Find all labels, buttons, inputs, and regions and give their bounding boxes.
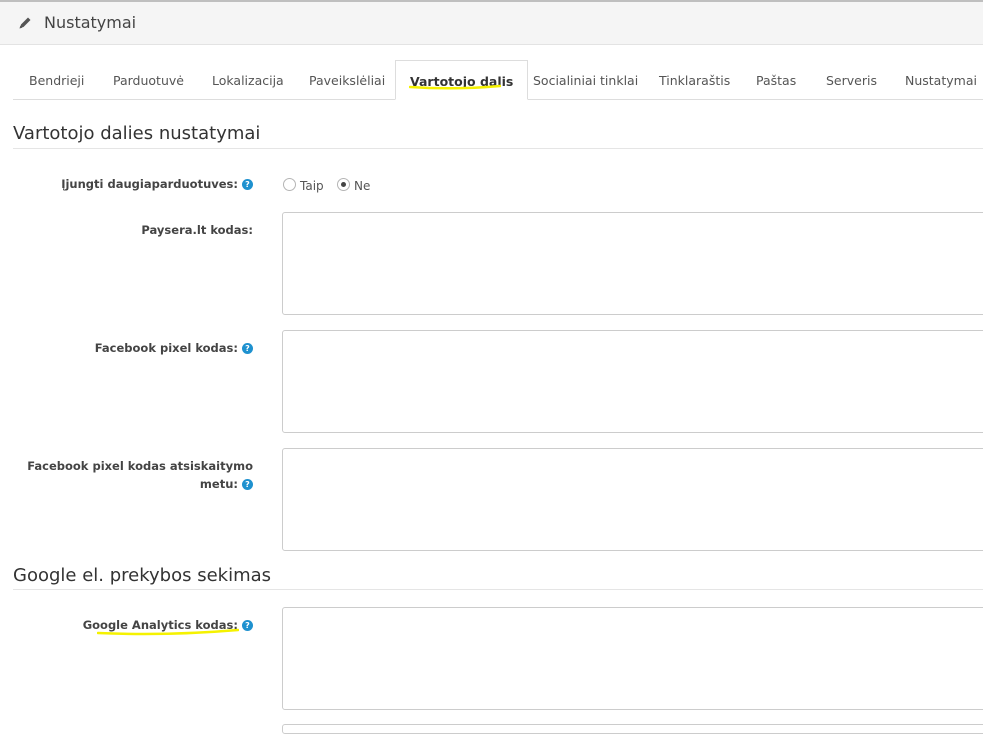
radio-taip-circle[interactable] <box>283 178 296 191</box>
next-field-partial[interactable] <box>282 724 983 734</box>
tab-bendrieji[interactable]: Bendrieji <box>29 73 84 88</box>
google-analytics-textarea[interactable] <box>282 607 983 710</box>
pencil-icon <box>19 17 31 29</box>
section-legend-user-settings: Vartotojo dalies nustatymai <box>13 123 261 144</box>
tab-parduotuve[interactable]: Parduotuvė <box>113 73 184 88</box>
settings-tabs: Bendrieji Parduotuvė Lokalizacija Paveik… <box>13 60 983 100</box>
fb-pixel-checkout-label-line1: Facebook pixel kodas atsiskaitymo <box>27 459 253 473</box>
help-icon[interactable]: ? <box>242 479 253 490</box>
highlight-underline <box>409 84 501 90</box>
radio-taip-label: Taip <box>300 179 324 193</box>
multistore-label: Įjungti daugiaparduotuves:? <box>13 175 253 193</box>
fb-pixel-checkout-label: Facebook pixel kodas atsiskaitymo metu:? <box>13 457 253 493</box>
help-icon[interactable]: ? <box>242 620 253 631</box>
fb-pixel-textarea[interactable] <box>282 330 983 433</box>
page-title: Nustatymai <box>44 13 137 32</box>
tab-lokalizacija[interactable]: Lokalizacija <box>212 73 284 88</box>
tab-vartotojo-dalis[interactable]: Vartotojo dalis <box>395 60 529 100</box>
fb-pixel-checkout-label-line2: metu: <box>199 477 238 491</box>
tab-nustatymai[interactable]: Nustatymai <box>905 73 977 88</box>
fb-pixel-label: Facebook pixel kodas:? <box>13 339 253 357</box>
radio-ne-label: Ne <box>354 179 371 193</box>
help-icon[interactable]: ? <box>242 179 253 190</box>
section-divider <box>13 589 983 590</box>
multistore-label-text: Įjungti daugiaparduotuves: <box>61 177 238 191</box>
tab-socialiniai-tinklai[interactable]: Socialiniai tinklai <box>533 73 638 88</box>
paysera-code-textarea[interactable] <box>282 212 983 315</box>
tab-tinklarastis[interactable]: Tinklaraštis <box>659 73 730 88</box>
tab-serveris[interactable]: Serveris <box>826 73 877 88</box>
radio-ne-circle[interactable] <box>337 178 350 191</box>
paysera-label: Paysera.lt kodas: <box>141 223 253 237</box>
fb-pixel-label-text: Facebook pixel kodas: <box>94 341 238 355</box>
section-divider <box>13 148 983 149</box>
panel-heading: Nustatymai <box>0 2 983 45</box>
section-legend-google-ecommerce: Google el. prekybos sekimas <box>13 565 272 586</box>
tab-paveiksleliai[interactable]: Paveikslėliai <box>309 73 385 88</box>
highlight-underline <box>97 628 239 636</box>
fb-pixel-checkout-textarea[interactable] <box>282 448 983 551</box>
help-icon[interactable]: ? <box>242 343 253 354</box>
tab-pastas[interactable]: Paštas <box>756 73 796 88</box>
